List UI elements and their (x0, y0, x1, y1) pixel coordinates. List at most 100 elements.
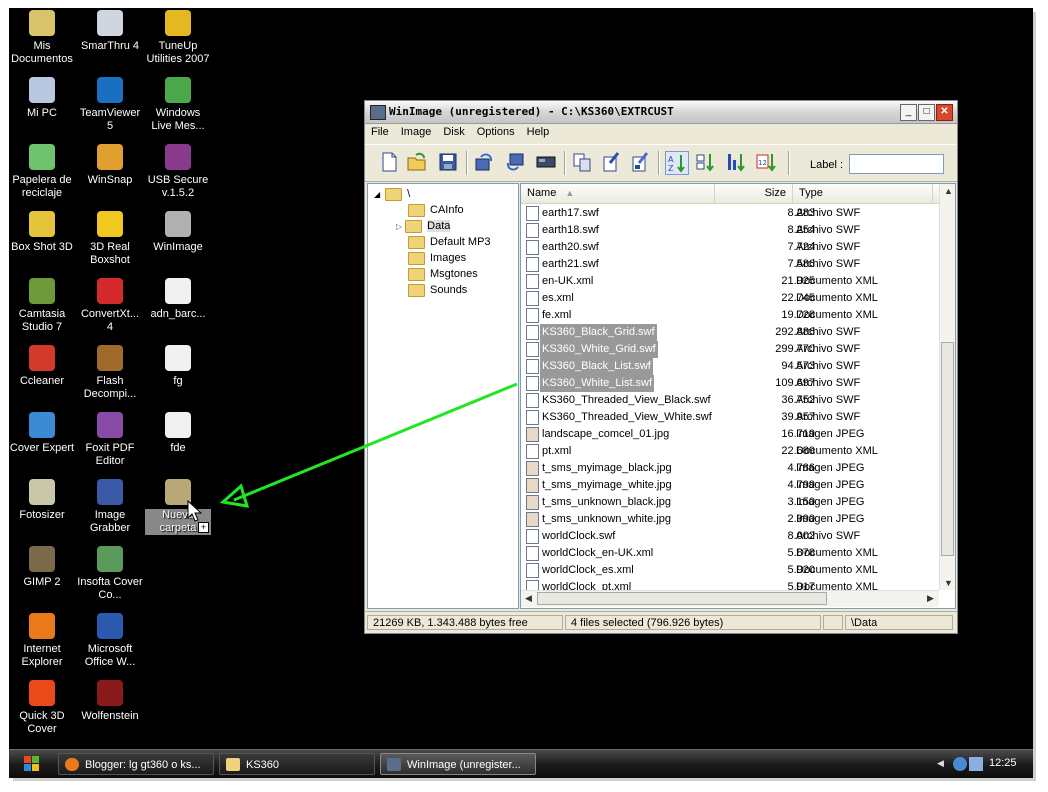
inject-icon[interactable] (600, 151, 622, 173)
sort-by-type-icon[interactable] (695, 151, 717, 173)
desktop-icon[interactable]: ConvertXt... 4 (77, 278, 143, 334)
desktop-icon[interactable]: GIMP 2 (9, 546, 75, 589)
tree-root[interactable]: ◢ \ (374, 186, 410, 202)
table-row[interactable]: t_sms_unknown_white.jpg 2.990 Imagen JPEG (523, 511, 933, 528)
table-row[interactable]: earth18.swf 8.254 Archivo SWF (523, 222, 933, 239)
menu-image[interactable]: Image (395, 124, 438, 138)
table-row[interactable]: KS360_Black_Grid.swf 292.886 Archivo SWF (523, 324, 933, 341)
tree-item-data[interactable]: ▷ Data (396, 218, 451, 234)
desktop-icon[interactable]: Ccleaner (9, 345, 75, 388)
desktop-icon[interactable]: WinImage (145, 211, 211, 254)
tree-item-sounds[interactable]: Sounds (408, 282, 467, 298)
table-row[interactable]: worldClock.swf 8.002 Archivo SWF (523, 528, 933, 545)
scroll-down-icon[interactable]: ▼ (944, 578, 953, 588)
desktop-icon[interactable]: Windows Live Mes... (145, 77, 211, 133)
table-row[interactable]: worldClock_en-UK.xml 5.878 Documento XML (523, 545, 933, 562)
table-row[interactable]: t_sms_myimage_white.jpg 4.799 Imagen JPEG (523, 477, 933, 494)
desktop-icon[interactable]: Insofta Cover Co... (77, 546, 143, 602)
desktop-icon[interactable]: WinSnap (77, 144, 143, 187)
desktop-icon[interactable]: 3D Real Boxshot (77, 211, 143, 267)
table-row[interactable]: t_sms_unknown_black.jpg 3.150 Imagen JPEG (523, 494, 933, 511)
sort-by-size-icon[interactable] (725, 151, 747, 173)
table-row[interactable]: fe.xml 19.728 Documento XML (523, 307, 933, 324)
tree-item-images[interactable]: Images (408, 250, 466, 266)
desktop-icon[interactable]: USB Secure v.1.5.2 (145, 144, 211, 200)
messenger-tray-icon[interactable] (953, 757, 967, 771)
menu-help[interactable]: Help (521, 124, 556, 138)
collapse-icon[interactable]: ◢ (374, 190, 380, 199)
save-icon[interactable] (437, 151, 459, 173)
table-row[interactable]: KS360_Black_List.swf 94.573 Archivo SWF (523, 358, 933, 375)
menu-options[interactable]: Options (471, 124, 521, 138)
menu-file[interactable]: File (365, 124, 395, 138)
horizontal-scroll-thumb[interactable] (537, 592, 827, 605)
expand-icon[interactable]: ▷ (396, 222, 402, 231)
open-image-icon[interactable] (406, 151, 428, 173)
desktop-icon[interactable]: Flash Decompi... (77, 345, 143, 401)
label-input[interactable] (849, 154, 944, 174)
desktop-icon[interactable]: fg (145, 345, 211, 388)
network-tray-icon[interactable] (969, 757, 983, 771)
desktop-icon[interactable]: Papelera de reciclaje (9, 144, 75, 200)
start-button[interactable] (15, 752, 47, 776)
table-row[interactable]: earth20.swf 7.724 Archivo SWF (523, 239, 933, 256)
column-type[interactable]: Type (793, 184, 933, 203)
new-image-icon[interactable] (378, 151, 400, 173)
desktop-icon[interactable]: SmarThru 4 (77, 10, 143, 53)
desktop-icon[interactable]: Image Grabber (77, 479, 143, 535)
minimize-button[interactable]: _ (900, 104, 917, 121)
taskbar-item-winimage[interactable]: WinImage (unregister... (380, 753, 536, 775)
table-row[interactable]: es.xml 22.745 Documento XML (523, 290, 933, 307)
table-row[interactable]: pt.xml 22.689 Documento XML (523, 443, 933, 460)
tray-expand-icon[interactable]: ◀ (937, 758, 944, 769)
desktop-icon[interactable]: TeamViewer 5 (77, 77, 143, 133)
maximize-button[interactable]: □ (918, 104, 935, 121)
read-disk-icon[interactable] (473, 151, 495, 173)
table-row[interactable]: KS360_White_List.swf 109.697 Archivo SWF (523, 375, 933, 392)
vertical-scrollbar[interactable]: ▲ ▼ (939, 184, 955, 590)
desktop-icon[interactable]: Foxit PDF Editor (77, 412, 143, 468)
write-disk-icon[interactable] (504, 151, 526, 173)
desktop-icon[interactable]: fde (145, 412, 211, 455)
column-size[interactable]: Size (715, 184, 793, 203)
taskbar-item-blogger[interactable]: Blogger: lg gt360 o ks... (58, 753, 214, 775)
table-row[interactable]: KS360_Threaded_View_White.swf 39.957 Archi… (523, 409, 933, 426)
desktop-icon[interactable]: Mi PC (9, 77, 75, 120)
menu-disk[interactable]: Disk (437, 124, 470, 138)
desktop-icon[interactable]: Cover Expert (9, 412, 75, 455)
desktop-icon[interactable]: Internet Explorer (9, 613, 75, 669)
extract-icon[interactable] (571, 151, 593, 173)
edit-properties-icon[interactable] (629, 151, 651, 173)
tree-item-default-mp3[interactable]: Default MP3 (408, 234, 491, 250)
desktop-icon[interactable]: adn_barc... (145, 278, 211, 321)
desktop-icon[interactable]: Fotosizer (9, 479, 75, 522)
scroll-up-icon[interactable]: ▲ (944, 186, 953, 196)
horizontal-scrollbar[interactable]: ◀ ▶ (521, 590, 939, 607)
desktop-icon[interactable]: Microsoft Office W... (77, 613, 143, 669)
desktop-icon[interactable]: Camtasia Studio 7 (9, 278, 75, 334)
table-row[interactable]: earth17.swf 8.283 Archivo SWF (523, 205, 933, 222)
column-name[interactable]: Name ▲ (521, 184, 715, 203)
table-row[interactable]: KS360_White_Grid.swf 299.770 Archivo SWF (523, 341, 933, 358)
scroll-right-icon[interactable]: ▶ (927, 593, 934, 604)
table-row[interactable]: t_sms_myimage_black.jpg 4.786 Imagen JPEG (523, 460, 933, 477)
desktop-icon[interactable]: TuneUp Utilities 2007 (145, 10, 211, 66)
window-titlebar[interactable]: WinImage (unregistered) - C:\KS360\EXTRC… (365, 101, 957, 124)
table-row[interactable]: landscape_comcel_01.jpg 16.719 Imagen JPEG (523, 426, 933, 443)
desktop-icon[interactable]: Quick 3D Cover (9, 680, 75, 736)
desktop-icon[interactable]: Mis Documentos (9, 10, 75, 66)
vertical-scroll-thumb[interactable] (941, 342, 954, 556)
sort-by-name-icon[interactable]: AZ (665, 151, 689, 175)
taskbar-item-ks360[interactable]: KS360 (219, 753, 375, 775)
desktop-icon[interactable]: Wolfenstein (77, 680, 143, 723)
format-disk-icon[interactable] (535, 151, 557, 173)
tree-item-msgtones[interactable]: Msgtones (408, 266, 478, 282)
table-row[interactable]: en-UK.xml 21.925 Documento XML (523, 273, 933, 290)
close-button[interactable]: ✕ (936, 104, 953, 121)
table-row[interactable]: worldClock_es.xml 5.920 Documento XML (523, 562, 933, 579)
table-row[interactable]: KS360_Threaded_View_Black.swf 36.752 Archi… (523, 392, 933, 409)
sort-by-date-icon[interactable]: 12 (755, 151, 777, 173)
scroll-left-icon[interactable]: ◀ (525, 593, 532, 604)
tree-item-cainfo[interactable]: CAInfo (408, 202, 464, 218)
table-row[interactable]: earth21.swf 7.586 Archivo SWF (523, 256, 933, 273)
